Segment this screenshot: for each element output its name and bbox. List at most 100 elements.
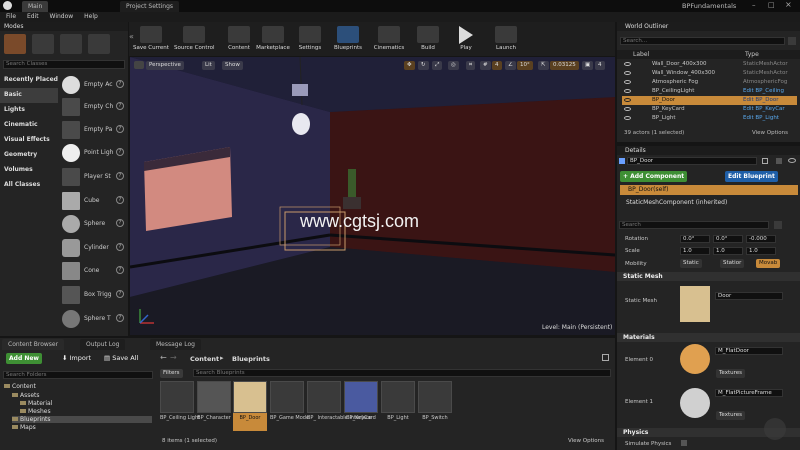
search-classes-input[interactable]: Search Classes (3, 60, 125, 69)
eye-icon[interactable] (624, 98, 631, 102)
help-icon[interactable]: ? (116, 172, 124, 180)
folder-content[interactable]: Content (4, 383, 36, 390)
grid-size[interactable]: 4 (492, 61, 502, 70)
eye-icon[interactable] (624, 89, 631, 93)
lit-button[interactable]: Lit (202, 61, 215, 70)
scale-snap-icon[interactable]: ⇱ (538, 61, 549, 70)
asset-bp-interactable-interface[interactable]: BP_ Interactable Interface (307, 381, 372, 431)
eye-icon[interactable] (624, 71, 631, 75)
element0-textures[interactable]: Textures (716, 369, 745, 378)
help-icon[interactable]: ? (116, 219, 124, 227)
rotation-x[interactable]: 0.0° (680, 235, 710, 243)
paint-mode-icon[interactable] (32, 34, 54, 54)
element1-textures[interactable]: Textures (716, 411, 745, 420)
mobility-movable[interactable]: Movab (756, 259, 781, 268)
translate-icon[interactable]: ✥ (404, 61, 415, 70)
camera-speed-value[interactable]: 4 (595, 61, 605, 70)
marketplace-button[interactable]: Marketplace (253, 25, 293, 53)
close-button[interactable]: × (785, 0, 792, 9)
scale-x[interactable]: 1.0 (680, 247, 710, 255)
column-label[interactable]: Label (633, 51, 649, 58)
column-type[interactable]: Type (745, 51, 759, 58)
filters-button[interactable]: Filters (160, 369, 183, 378)
rotate-icon[interactable]: ↻ (418, 61, 429, 70)
settings-button[interactable]: Settings (290, 25, 330, 53)
category-cinematic[interactable]: Cinematic (0, 118, 58, 133)
grid-snap-icon[interactable]: # (480, 61, 491, 70)
help-icon[interactable]: ? (116, 102, 124, 110)
add-component-button[interactable]: + Add Component (620, 171, 688, 182)
lock-icon[interactable] (602, 354, 609, 361)
element1-dropdown[interactable]: M_FlatPictureFrame (715, 389, 783, 397)
scale-snap-value[interactable]: 0.03125 (550, 61, 579, 70)
place-item-empty-character[interactable]: Empty Ch? (60, 97, 130, 117)
asset-bp-game-mode[interactable]: BP_Game Mode (270, 381, 309, 431)
folder-assets[interactable]: Assets (12, 392, 40, 399)
outliner-row[interactable]: BP_Light Edit BP_Light (622, 114, 797, 123)
place-item-cylinder[interactable]: Cylinder? (60, 238, 130, 258)
build-button[interactable]: Build (408, 25, 448, 53)
eye-icon[interactable] (624, 80, 631, 84)
folder-material[interactable]: Material (20, 400, 52, 407)
camera-speed-icon[interactable]: ▣ (582, 61, 594, 70)
surface-snap-icon[interactable]: ⌗ (466, 61, 476, 70)
place-item-sphere[interactable]: Sphere? (60, 214, 130, 234)
scale-z[interactable]: 1.0 (746, 247, 776, 255)
category-lights[interactable]: Lights (0, 103, 58, 118)
breadcrumb-blueprints[interactable]: Blueprints (232, 355, 270, 363)
help-icon[interactable]: ? (116, 243, 124, 251)
help-icon[interactable]: ? (116, 266, 124, 274)
launch-button[interactable]: Launch (486, 25, 526, 53)
edit-blueprint-button[interactable]: Edit Blueprint (725, 171, 778, 182)
search-blueprints-input[interactable]: Search Blueprints (193, 369, 611, 377)
place-item-point-light[interactable]: Point Ligh? (60, 143, 130, 163)
mobility-static[interactable]: Static (680, 259, 702, 268)
place-item-cone[interactable]: Cone? (60, 261, 130, 281)
menu-help[interactable]: Help (84, 13, 98, 20)
help-icon[interactable]: ? (116, 196, 124, 204)
folder-meshes[interactable]: Meshes (20, 408, 51, 415)
help-icon[interactable]: ? (116, 148, 124, 156)
static-mesh-section[interactable]: Static Mesh (617, 272, 800, 281)
outliner-search-input[interactable]: Search... (620, 37, 785, 45)
minimize-button[interactable]: – (752, 1, 756, 9)
place-item-sphere-trigger[interactable]: Sphere T? (60, 309, 130, 329)
show-button[interactable]: Show (222, 61, 243, 70)
outliner-row[interactable]: Atmospheric Fog AtmosphericFog (622, 78, 797, 87)
add-new-button[interactable]: Add New (6, 353, 42, 364)
tab-main[interactable]: Main (22, 1, 49, 12)
folder-blueprints[interactable]: Blueprints (12, 416, 152, 423)
rotation-snap-value[interactable]: 10° (517, 61, 533, 70)
content-view-options[interactable]: View Options (568, 438, 604, 444)
static-mesh-component-row[interactable]: StaticMeshComponent (inherited) (626, 199, 727, 206)
scale-y[interactable]: 1.0 (713, 247, 743, 255)
tab-content-browser[interactable]: Content Browser (2, 339, 65, 350)
place-item-empty-actor[interactable]: Empty Ac? (60, 75, 130, 95)
outliner-row[interactable]: BP_CeilingLight Edit BP_Ceiling (622, 87, 797, 96)
eye-icon[interactable] (624, 62, 631, 66)
viewport[interactable]: Perspective Lit Show ✥ ↻ ⤢ ◎ ⌗ # 4 ∠ 10°… (130, 57, 615, 335)
mobility-stationary[interactable]: Statior (720, 259, 745, 268)
asset-bp-door[interactable]: BP_Door (233, 381, 267, 431)
help-icon[interactable]: ? (116, 125, 124, 133)
grid-view-icon[interactable] (776, 158, 782, 164)
search-folders-input[interactable]: Search Folders (3, 371, 153, 379)
source-control-button[interactable]: Source Control (174, 25, 215, 53)
import-button[interactable]: ⬇ Import (62, 354, 91, 362)
play-button[interactable]: Play (446, 25, 486, 53)
outliner-view-options[interactable]: View Options (752, 130, 788, 136)
rotation-z[interactable]: -0.000 (746, 235, 776, 243)
category-visual-effects[interactable]: Visual Effects (0, 133, 58, 148)
outliner-row[interactable]: Wall_Door_400x300 StaticMeshActor (622, 60, 797, 69)
place-item-cube[interactable]: Cube? (60, 191, 130, 211)
back-button[interactable]: ← (160, 353, 167, 362)
scale-icon[interactable]: ⤢ (432, 61, 443, 70)
lock-icon[interactable] (762, 158, 768, 164)
help-icon[interactable]: ? (116, 314, 124, 322)
help-icon[interactable]: ? (116, 80, 124, 88)
static-mesh-dropdown[interactable]: Door (715, 292, 783, 300)
forward-button[interactable]: → (170, 353, 177, 362)
menu-file[interactable]: File (6, 13, 16, 20)
tab-output-log[interactable]: Output Log (80, 339, 126, 350)
asset-bp-character[interactable]: BP_Character (197, 381, 231, 431)
